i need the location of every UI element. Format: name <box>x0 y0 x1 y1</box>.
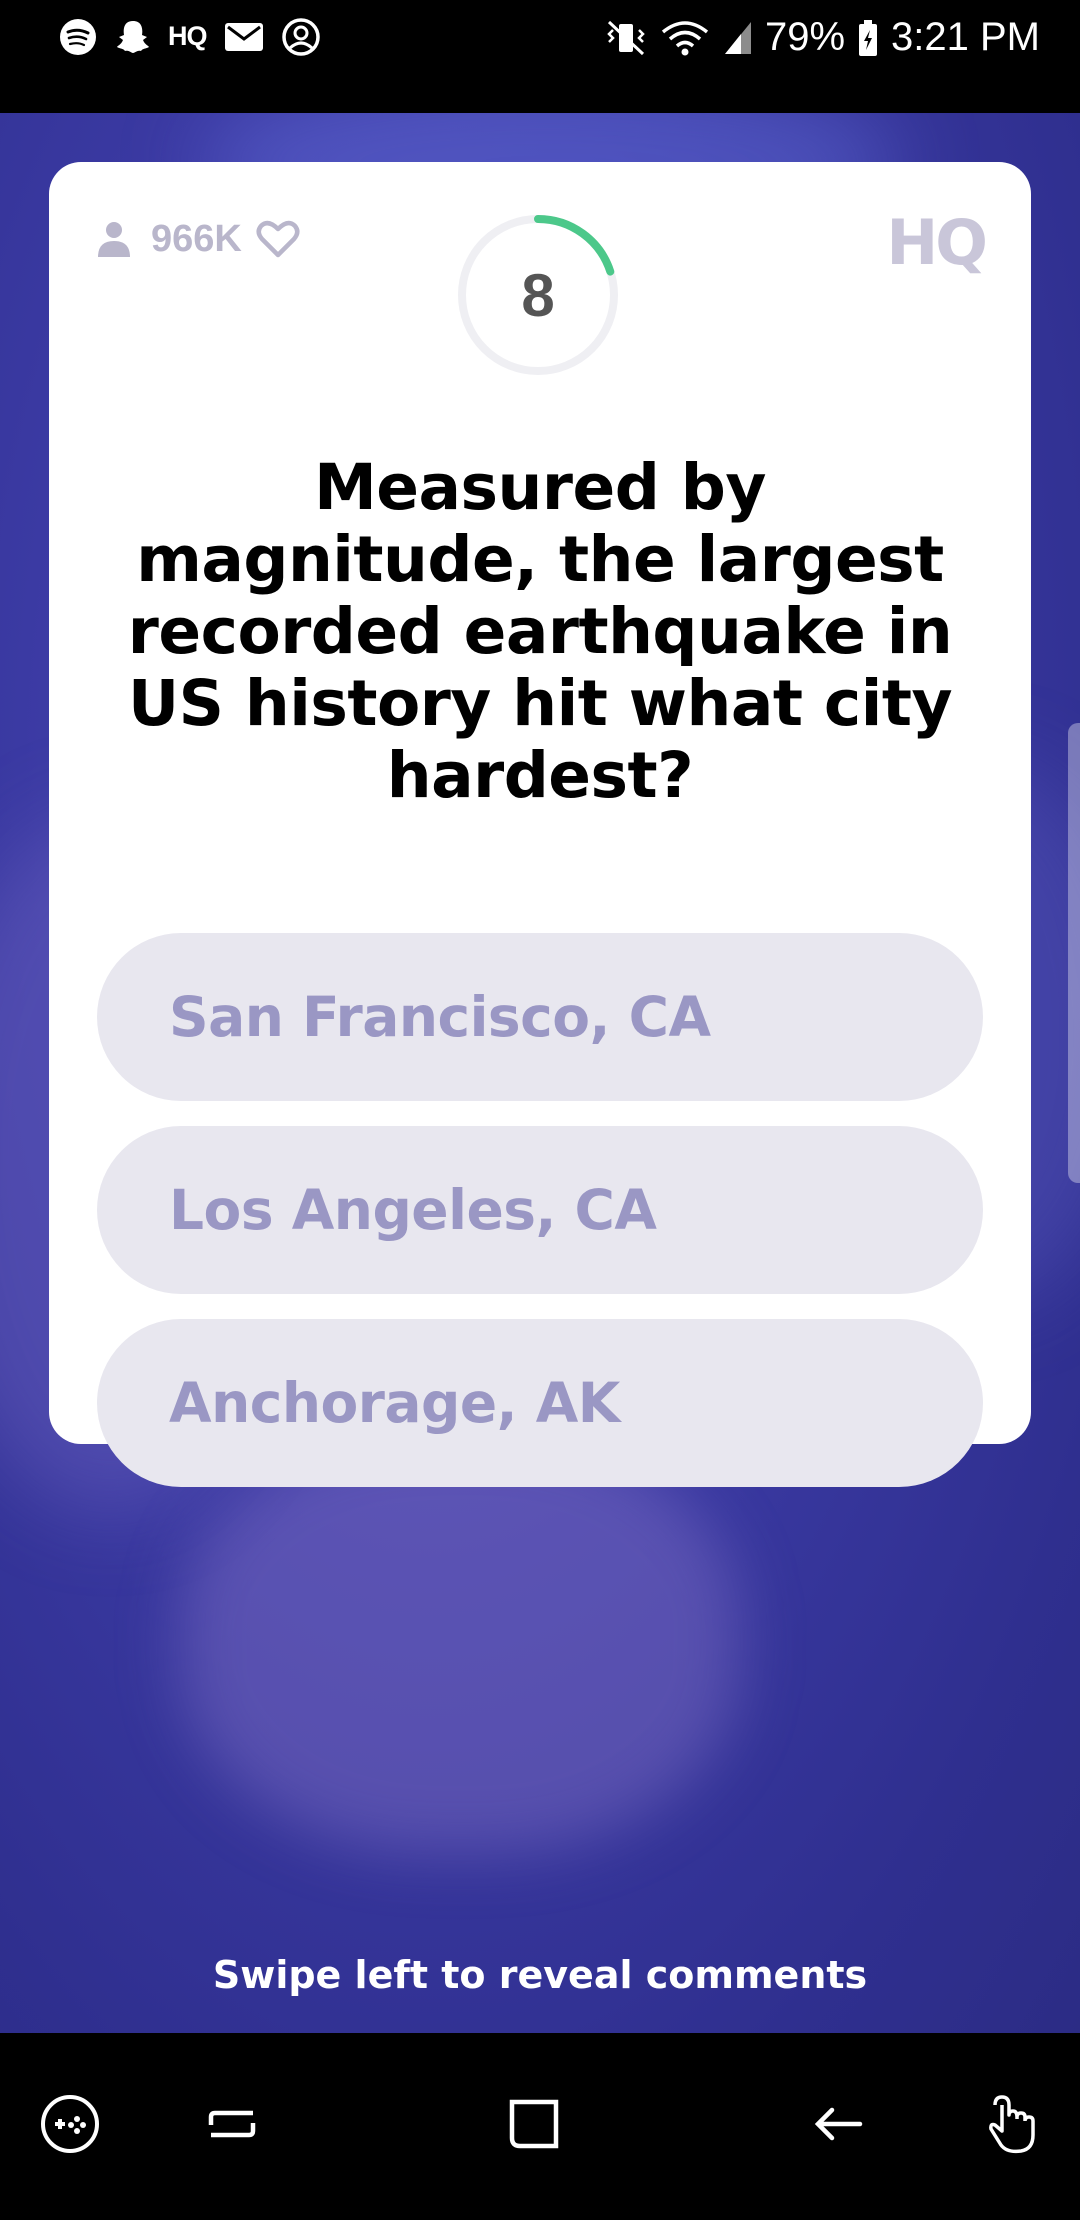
game-screen[interactable]: 966K 8 HQ Measured by magnitude, the lar… <box>0 113 1080 2033</box>
answer-label: Anchorage, AK <box>169 1371 620 1435</box>
home-button[interactable] <box>474 2033 594 2220</box>
home-icon <box>506 2096 562 2157</box>
system-indicators: 79% 3:21 PM <box>605 10 1040 65</box>
answer-option-3[interactable]: Anchorage, AK <box>97 1319 983 1487</box>
recent-apps-button[interactable] <box>172 2033 292 2220</box>
navigation-bar <box>0 2033 1080 2220</box>
battery-percent: 79% <box>764 15 846 59</box>
notification-icons: HQ <box>58 14 321 59</box>
background-video-hands <box>180 1433 740 1853</box>
vibrate-mute-icon <box>605 18 647 58</box>
account-icon <box>281 17 321 57</box>
clock: 3:21 PM <box>891 15 1040 59</box>
viewer-count: 966K <box>95 214 300 264</box>
snapchat-icon <box>114 17 152 57</box>
question-text: Measured by magnitude, the largest recor… <box>127 451 953 812</box>
game-launcher-button[interactable] <box>10 2033 130 2220</box>
signal-icon <box>723 18 753 58</box>
status-bar: HQ 79% 3:21 PM <box>0 0 1080 113</box>
person-icon <box>95 219 133 259</box>
battery-icon <box>857 18 879 58</box>
edge-panel-handle[interactable] <box>1068 723 1080 1183</box>
answer-option-2[interactable]: Los Angeles, CA <box>97 1126 983 1294</box>
game-launcher-icon <box>39 2093 101 2160</box>
touch-gesture-icon <box>977 2091 1043 2162</box>
swipe-hint: Swipe left to reveal comments <box>212 1953 868 1997</box>
answer-option-1[interactable]: San Francisco, CA <box>97 933 983 1101</box>
back-button[interactable] <box>778 2033 898 2220</box>
gmail-icon <box>223 19 265 55</box>
timer-value: 8 <box>521 261 555 329</box>
back-icon <box>810 2096 866 2157</box>
recent-apps-icon <box>205 2097 259 2156</box>
spotify-icon <box>58 17 98 57</box>
answer-label: Los Angeles, CA <box>169 1178 657 1242</box>
viewer-count-value: 966K <box>151 217 242 260</box>
answer-label: San Francisco, CA <box>169 985 711 1049</box>
hq-logo: HQ <box>886 206 988 279</box>
wifi-icon <box>659 18 711 58</box>
touch-gesture-button[interactable] <box>950 2033 1070 2220</box>
heart-icon[interactable] <box>256 219 300 259</box>
question-card: 966K 8 HQ Measured by magnitude, the lar… <box>49 162 1031 1487</box>
countdown-timer: 8 <box>455 212 621 378</box>
hq-icon: HQ <box>168 21 207 51</box>
